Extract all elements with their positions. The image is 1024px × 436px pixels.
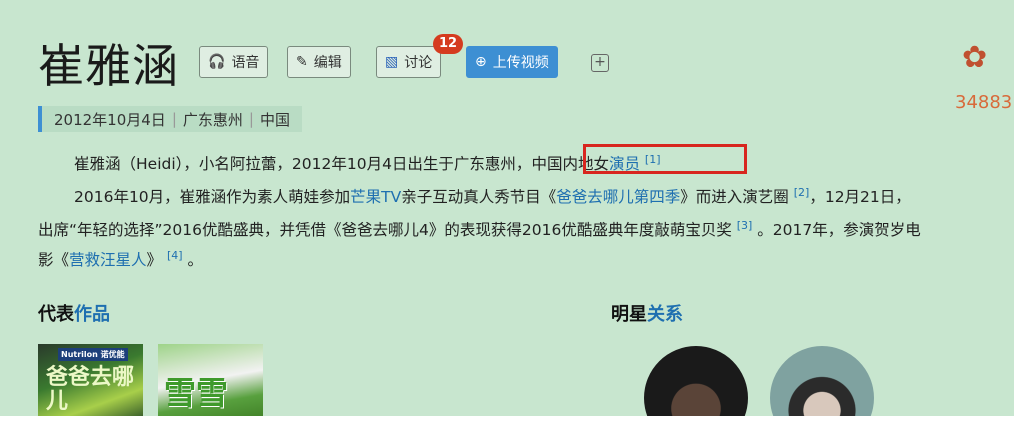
intro-text: 》而进入演艺圈: [680, 188, 789, 207]
intro-text: 影《: [38, 251, 70, 270]
work-cover[interactable]: 雪雪: [158, 344, 263, 416]
intro-line-4: 影《营救汪星人》 [4] 。: [38, 246, 203, 270]
cover-title: 爸爸去哪儿: [46, 365, 135, 414]
intro-line-1: 崔雅涵（Heidi），小名阿拉蕾，2012年10月4日出生于广东惠州，中国内地女…: [74, 150, 661, 174]
page-title: 崔雅涵: [38, 39, 179, 93]
upload-video-label: 上传视频: [492, 55, 549, 71]
reference-4[interactable]: [4]: [167, 249, 183, 262]
flower-count: 34883: [955, 92, 1013, 113]
pencil-icon: ✎: [296, 54, 308, 70]
star-avatar[interactable]: [770, 346, 874, 416]
discuss-count-badge: 12: [433, 34, 463, 54]
plus-circle-icon: ⊕: [475, 54, 487, 70]
birth-place: 广东惠州: [182, 110, 243, 129]
intro-text: 亲子互动真人秀节目《: [401, 188, 557, 207]
intro-line-3: 出席“年轻的选择”2016优酷盛典，并凭借《爸爸去哪儿4》的表现获得2016优酷…: [38, 216, 921, 240]
work-cover[interactable]: Nutrilon 诺优能 爸爸去哪儿: [38, 344, 143, 416]
nationality: 中国: [259, 110, 290, 129]
intro-text: 2016年10月，崔雅涵作为素人萌娃参加: [74, 188, 351, 207]
voice-label: 语音: [231, 55, 260, 71]
highlight-box: [583, 144, 747, 174]
divider: |: [248, 110, 254, 128]
intro-text: 出席“年轻的选择”2016优酷盛典，并凭借《爸爸去哪儿4》的表现获得2016优酷…: [38, 221, 732, 240]
section-title-text: 代表: [38, 304, 74, 325]
film-link[interactable]: 营救汪星人: [69, 251, 147, 269]
star-avatar[interactable]: [644, 346, 748, 416]
intro-text: 。2017年，参演贺岁电: [757, 221, 921, 240]
intro-text: 。: [187, 251, 204, 270]
reference-2[interactable]: [2]: [794, 186, 810, 199]
add-icon[interactable]: +: [591, 54, 609, 72]
cover-brand: Nutrilon 诺优能: [58, 348, 128, 361]
discuss-label: 讨论: [404, 55, 433, 71]
section-title-text: 作品: [74, 304, 110, 325]
reference-3[interactable]: [3]: [737, 219, 753, 232]
voice-button[interactable]: 🎧 语音: [199, 46, 269, 78]
section-title-text: 明星: [611, 304, 647, 325]
birth-date: 2012年10月4日: [54, 110, 166, 129]
upload-video-button[interactable]: ⊕ 上传视频: [466, 46, 558, 78]
show-link[interactable]: 爸爸去哪儿第四季: [556, 188, 680, 206]
chat-icon: ▧: [385, 54, 399, 70]
discuss-button[interactable]: ▧ 讨论: [376, 46, 442, 78]
cover-title: 雪雪: [164, 374, 229, 412]
edit-label: 编辑: [313, 55, 342, 71]
headphones-icon: 🎧: [208, 54, 226, 70]
edit-button[interactable]: ✎ 编辑: [287, 46, 351, 78]
mangotv-link[interactable]: 芒果TV: [350, 188, 401, 206]
intro-text: 崔雅涵（Heidi），小名阿拉蕾，2012年10月4日出生于广东惠州，: [74, 155, 532, 174]
basic-info-bar: 2012年10月4日 | 广东惠州 | 中国: [38, 106, 302, 132]
divider: |: [171, 110, 177, 128]
intro-text: 》: [146, 251, 163, 270]
flower-icon[interactable]: ✿: [962, 40, 987, 75]
relations-section-title: 明星关系: [611, 300, 683, 326]
intro-text: ，12月21日，: [809, 188, 911, 207]
section-title-text: 关系: [647, 304, 683, 325]
intro-line-2: 2016年10月，崔雅涵作为素人萌娃参加芒果TV亲子互动真人秀节目《爸爸去哪儿第…: [74, 183, 911, 207]
works-section-title: 代表作品: [38, 300, 110, 326]
page: 崔雅涵 🎧 语音 ✎ 编辑 ▧ 讨论 12 ⊕ 上传视频 + ✿ 34883 2…: [0, 0, 1014, 416]
